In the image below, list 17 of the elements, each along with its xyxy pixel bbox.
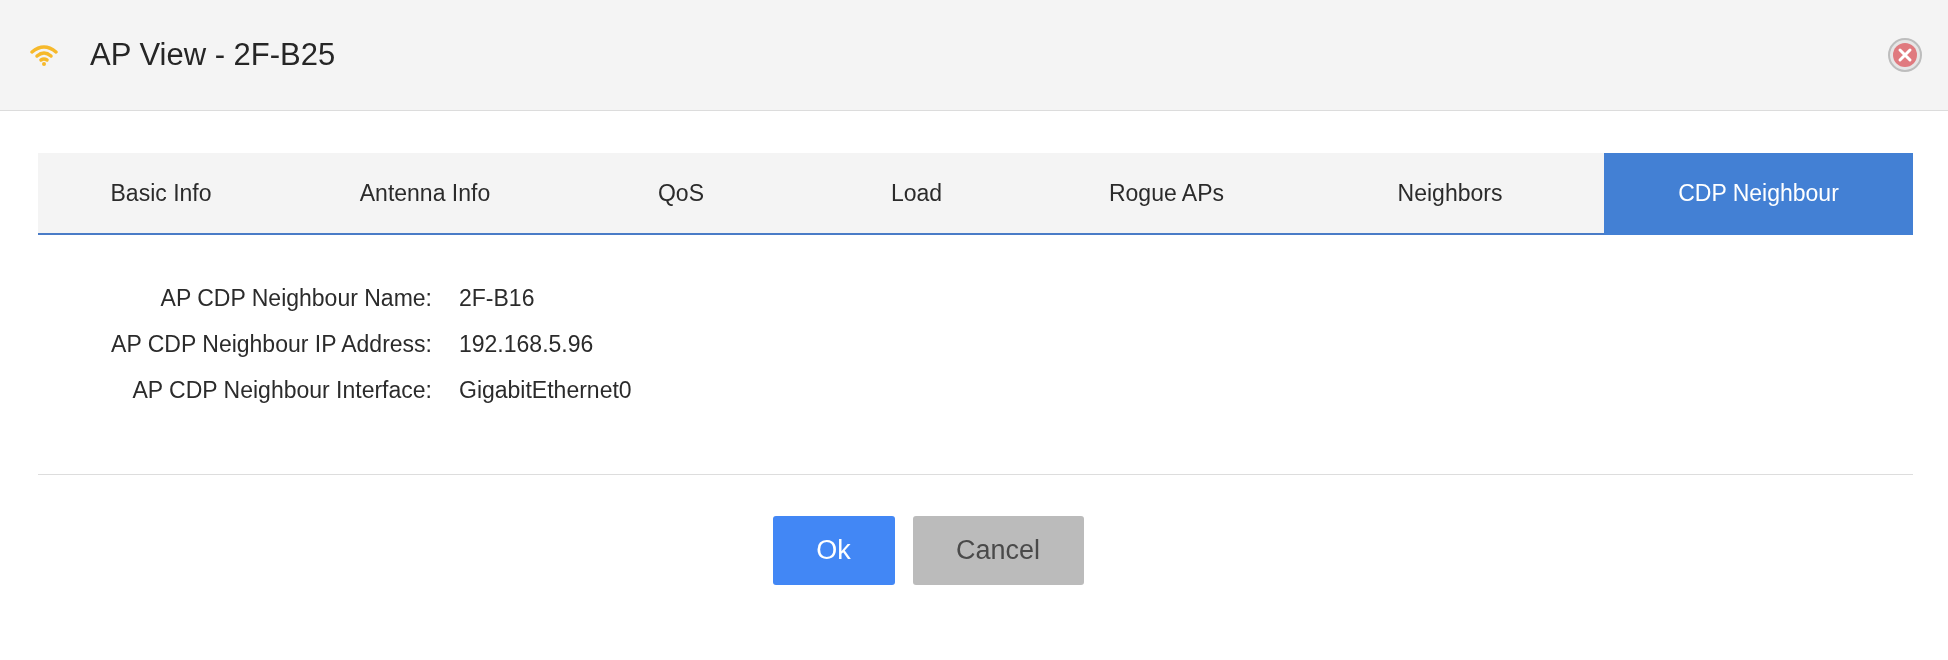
tab[interactable]: Load [796,153,1037,235]
field-value: 192.168.5.96 [459,331,595,358]
field-value: GigabitEthernet0 [459,377,633,404]
field-label: AP CDP Neighbour Name: [159,285,432,312]
tab[interactable]: Rogue APs [1037,153,1296,235]
wifi-icon [30,44,58,66]
close-icon[interactable] [1888,38,1922,72]
field-label: AP CDP Neighbour Interface: [131,377,432,404]
tab[interactable]: CDP Neighbour [1604,153,1913,235]
tab[interactable]: Basic Info [38,153,284,235]
tab[interactable]: Antenna Info [284,153,566,235]
tab[interactable]: Neighbors [1296,153,1604,235]
tab[interactable]: QoS [566,153,796,235]
field-value: 2F-B16 [459,285,536,312]
field-label: AP CDP Neighbour IP Address: [110,331,432,358]
window-title: AP View - 2F-B25 [90,37,337,73]
cancel-button[interactable]: Cancel [912,516,1084,585]
